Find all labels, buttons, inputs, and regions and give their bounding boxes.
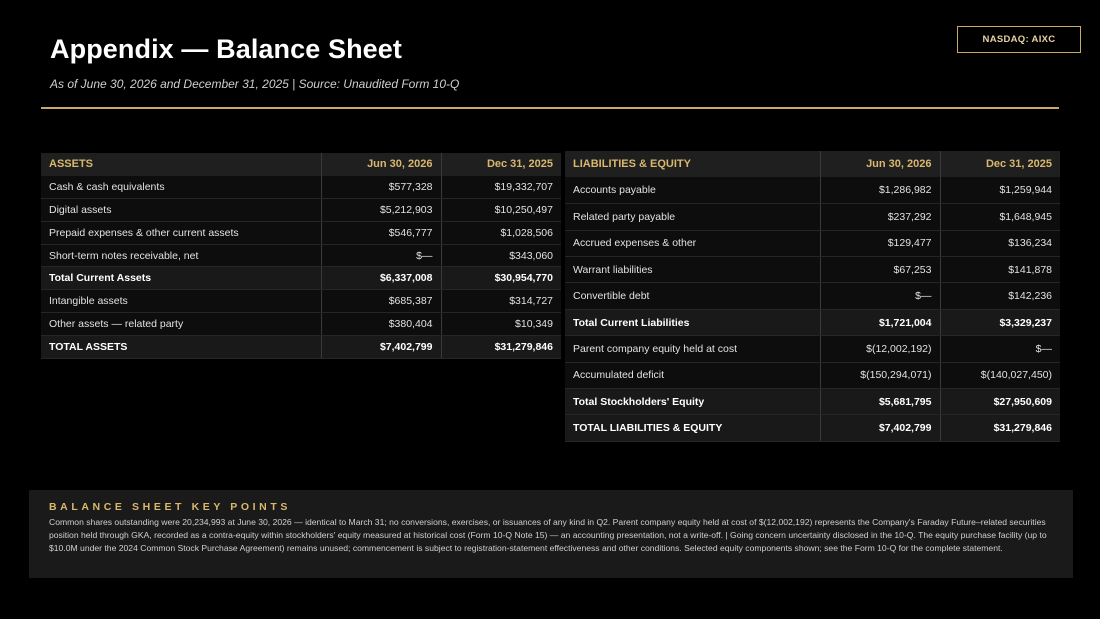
jun-value: $1,286,982	[819, 177, 941, 205]
dec-value: $31,279,846	[940, 414, 1060, 442]
jun-value: $7,402,799	[320, 335, 442, 359]
dec-value: $1,028,506	[441, 221, 561, 245]
jun-value: $237,292	[819, 203, 941, 231]
dec-value: $314,727	[441, 289, 561, 314]
table-row: Intangible assets $685,387 $314,727	[41, 289, 561, 314]
assets-column-header: ASSETS	[41, 153, 321, 176]
row-label: Short-term notes receivable, net	[41, 244, 321, 268]
liabilities-column-header: LIABILITIES & EQUITY	[565, 151, 820, 178]
dec-column-header: Dec 31, 2025	[940, 151, 1060, 178]
table-row: Cash & cash equivalents $577,328 $19,332,7…	[41, 175, 561, 200]
table-row: Short-term notes receivable, net $— $343,0…	[41, 244, 561, 268]
key-points-heading: BALANCE SHEET KEY POINTS	[49, 501, 291, 513]
jun-value: $(150,294,071)	[819, 362, 941, 390]
dec-value: $343,060	[441, 244, 561, 268]
dec-column-header: Dec 31, 2025	[441, 153, 561, 176]
dec-value: $10,349	[441, 312, 561, 336]
jun-value: $577,328	[320, 175, 442, 200]
row-label: Total Current Assets	[41, 266, 321, 291]
row-label: Warrant liabilities	[565, 256, 820, 284]
key-points-panel: BALANCE SHEET KEY POINTS Common shares o…	[29, 490, 1073, 578]
assets-table: ASSETS Jun 30, 2026 Dec 31, 2025 Cash & …	[41, 153, 561, 359]
jun-value: $685,387	[320, 289, 442, 314]
jun-column-header: Jun 30, 2026	[819, 151, 941, 178]
dec-value: $141,878	[940, 256, 1060, 284]
dec-value: $1,259,944	[940, 177, 1060, 205]
jun-value: $546,777	[320, 221, 442, 245]
jun-value: $1,721,004	[819, 309, 941, 337]
table-total-row: Total Current Assets $6,337,008 $30,954,77…	[41, 266, 561, 291]
table-row: Convertible debt $— $142,236	[565, 282, 1060, 310]
row-label: TOTAL ASSETS	[41, 335, 321, 359]
dec-value: $1,648,945	[940, 203, 1060, 231]
table-row: Digital assets $5,212,903 $10,250,497	[41, 198, 561, 222]
jun-value: $67,253	[819, 256, 941, 284]
dec-value: $27,950,609	[940, 388, 1060, 416]
row-label: Convertible debt	[565, 282, 820, 310]
dec-value: $30,954,770	[441, 266, 561, 291]
jun-value: $380,404	[320, 312, 442, 336]
jun-value: $—	[320, 244, 442, 268]
table-row: Related party payable $237,292 $1,648,945	[565, 203, 1060, 231]
table-row: Parent company equity held at cost $(12,0…	[565, 335, 1060, 363]
header-divider	[41, 107, 1059, 109]
table-row: Warrant liabilities $67,253 $141,878	[565, 256, 1060, 284]
row-label: TOTAL LIABILITIES & EQUITY	[565, 414, 820, 442]
ticker-badge: NASDAQ: AIXC	[957, 26, 1081, 53]
dec-value: $136,234	[940, 230, 1060, 258]
liabilities-equity-table: LIABILITIES & EQUITY Jun 30, 2026 Dec 31…	[565, 151, 1060, 442]
row-label: Related party payable	[565, 203, 820, 231]
dec-value: $10,250,497	[441, 198, 561, 222]
row-label: Accumulated deficit	[565, 362, 820, 390]
jun-value: $129,477	[819, 230, 941, 258]
row-label: Total Current Liabilities	[565, 309, 820, 337]
table-row: Accounts payable $1,286,982 $1,259,944	[565, 177, 1060, 205]
liabilities-header-row: LIABILITIES & EQUITY Jun 30, 2026 Dec 31…	[565, 151, 1060, 178]
row-label: Intangible assets	[41, 289, 321, 314]
table-total-row: TOTAL ASSETS $7,402,799 $31,279,846	[41, 335, 561, 359]
dec-value: $(140,027,450)	[940, 362, 1060, 390]
row-label: Digital assets	[41, 198, 321, 222]
dec-value: $19,332,707	[441, 175, 561, 200]
table-row: Prepaid expenses & other current assets $…	[41, 221, 561, 245]
table-total-row: Total Current Liabilities $1,721,004 $3,32…	[565, 309, 1060, 337]
dec-value: $3,329,237	[940, 309, 1060, 337]
table-row: Other assets — related party $380,404 $10,…	[41, 312, 561, 336]
jun-value: $6,337,008	[320, 266, 442, 291]
row-label: Other assets — related party	[41, 312, 321, 336]
assets-header-row: ASSETS Jun 30, 2026 Dec 31, 2025	[41, 153, 561, 176]
row-label: Total Stockholders' Equity	[565, 388, 820, 416]
row-label: Accounts payable	[565, 177, 820, 205]
table-row: Accumulated deficit $(150,294,071) $(140,0…	[565, 362, 1060, 390]
row-label: Prepaid expenses & other current assets	[41, 221, 321, 245]
dec-value: $—	[940, 335, 1060, 363]
row-label: Parent company equity held at cost	[565, 335, 820, 363]
table-total-row: TOTAL LIABILITIES & EQUITY $7,402,799 $31,…	[565, 414, 1060, 442]
page-title: Appendix — Balance Sheet	[50, 34, 402, 64]
table-row: Accrued expenses & other $129,477 $136,234	[565, 230, 1060, 258]
jun-value: $—	[819, 282, 941, 310]
jun-value: $5,681,795	[819, 388, 941, 416]
table-total-row: Total Stockholders' Equity $5,681,795 $27,…	[565, 388, 1060, 416]
row-label: Cash & cash equivalents	[41, 175, 321, 200]
row-label: Accrued expenses & other	[565, 230, 820, 258]
dec-value: $31,279,846	[441, 335, 561, 359]
page-subtitle: As of June 30, 2026 and December 31, 202…	[50, 77, 460, 91]
jun-column-header: Jun 30, 2026	[320, 153, 442, 176]
jun-value: $7,402,799	[819, 414, 941, 442]
key-points-body: Common shares outstanding were 20,234,99…	[49, 517, 1047, 553]
jun-value: $(12,002,192)	[819, 335, 941, 363]
jun-value: $5,212,903	[320, 198, 442, 222]
dec-value: $142,236	[940, 282, 1060, 310]
